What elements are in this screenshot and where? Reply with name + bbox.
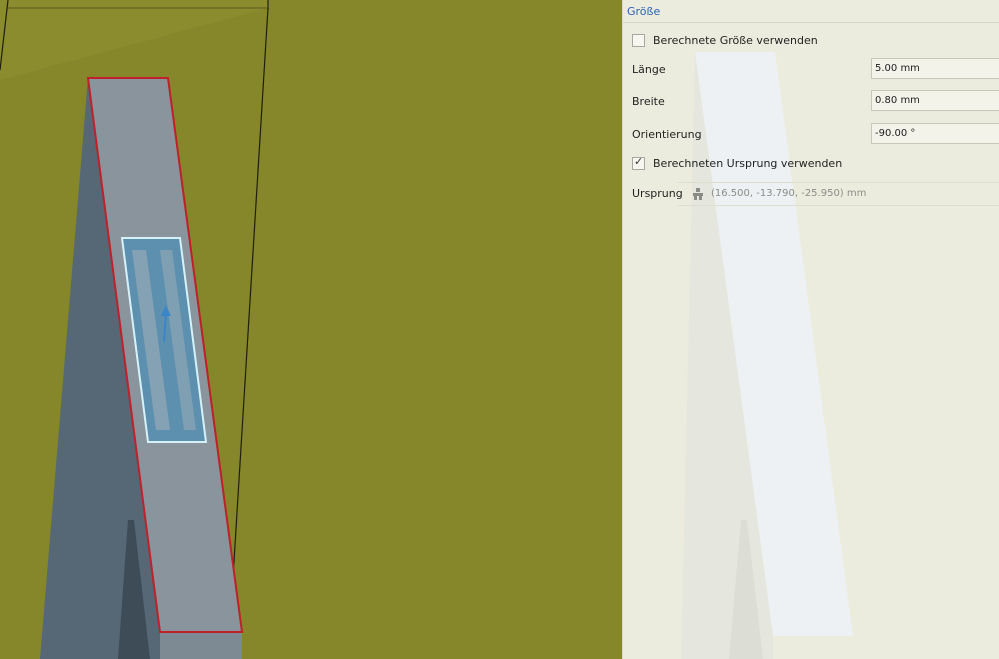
origin-label: Ursprung	[632, 187, 683, 200]
origin-value-box: (16.500, -13.790, -25.950) mm	[677, 182, 999, 206]
origin-person-icon	[693, 188, 703, 200]
use-calculated-size-label: Berechnete Größe verwenden	[653, 34, 818, 47]
length-field[interactable]: 5.00 mm	[871, 58, 999, 79]
3d-model-view[interactable]	[0, 0, 622, 659]
orientation-field[interactable]: -90.00 °	[871, 123, 999, 144]
board-plane	[0, 0, 268, 80]
size-section-header[interactable]: Größe	[623, 0, 999, 23]
properties-panel: Größe Berechnete Größe verwenden Länge 5…	[622, 0, 999, 659]
use-calculated-size-row[interactable]: Berechnete Größe verwenden	[623, 31, 999, 51]
component-front-face	[160, 632, 242, 659]
checkmark-icon: ✓	[634, 155, 644, 168]
use-calculated-size-checkbox[interactable]	[632, 34, 645, 47]
origin-value: (16.500, -13.790, -25.950) mm	[711, 188, 867, 199]
length-label: Länge	[632, 63, 666, 76]
width-label: Breite	[632, 95, 665, 108]
orientation-row: Orientierung -90.00 °	[623, 123, 999, 145]
3d-viewport[interactable]	[0, 0, 622, 659]
board-edge	[227, 7, 269, 659]
orientation-label: Orientierung	[632, 128, 702, 141]
length-row: Länge 5.00 mm	[623, 58, 999, 80]
use-calculated-origin-row[interactable]: ✓ Berechneten Ursprung verwenden	[623, 154, 999, 174]
width-row: Breite 0.80 mm	[623, 90, 999, 112]
section-title: Größe	[627, 5, 661, 18]
use-calculated-origin-label: Berechneten Ursprung verwenden	[653, 157, 843, 170]
use-calculated-origin-checkbox[interactable]: ✓	[632, 155, 645, 170]
width-field[interactable]: 0.80 mm	[871, 90, 999, 111]
